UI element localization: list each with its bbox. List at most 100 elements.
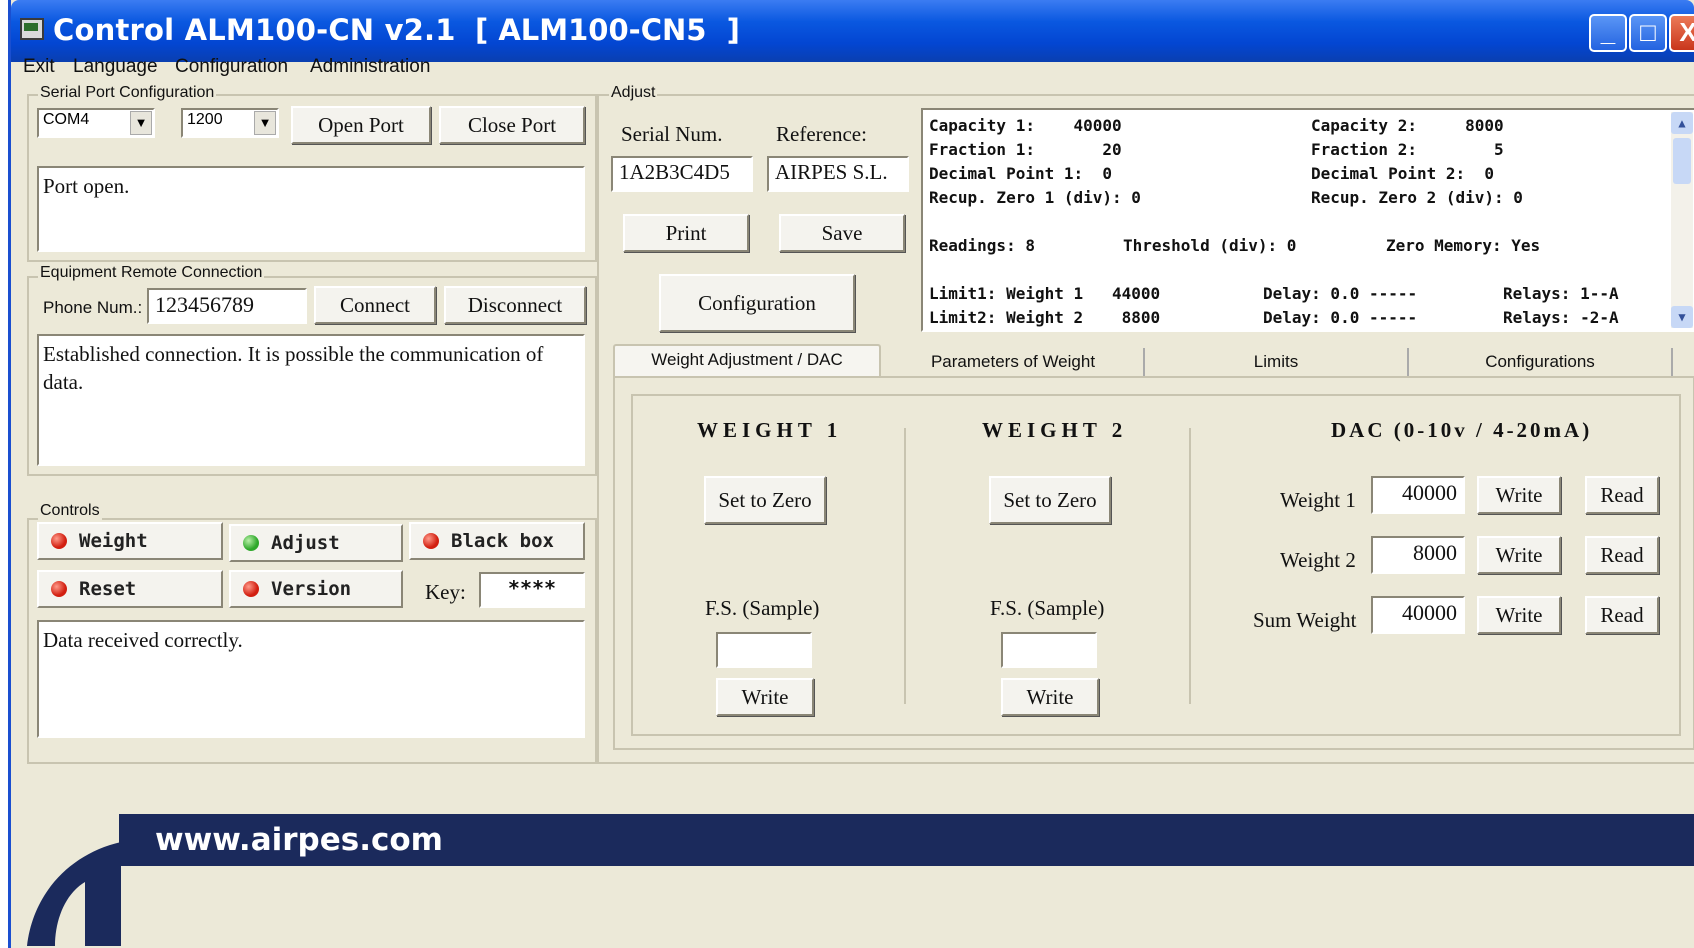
adjust-control-label: Adjust [271, 532, 340, 554]
scroll-up-icon[interactable]: ▲ [1671, 112, 1693, 134]
dac-weight-1-write-button[interactable]: Write [1477, 476, 1561, 514]
weight-1-set-zero-button[interactable]: Set to Zero [704, 476, 826, 524]
weight-control-label: Weight [79, 530, 148, 552]
decimal-point-2: Decimal Point 2: 0 [1311, 164, 1495, 183]
dac-weight-1-input[interactable]: 40000 [1371, 476, 1465, 514]
dac-weight-1-read-button[interactable]: Read [1585, 476, 1659, 514]
adjust-control-button[interactable]: Adjust [229, 524, 403, 562]
tab-weight-adjustment-dac[interactable]: Weight Adjustment / DAC [613, 344, 881, 378]
limit-1-relays: Relays: 1--A [1503, 284, 1619, 303]
reset-control-button[interactable]: Reset [37, 570, 223, 608]
menu-administration[interactable]: Administration [310, 56, 430, 78]
dac-header: DAC (0-10v / 4-20mA) [1331, 418, 1593, 442]
black-box-control-label: Black box [451, 530, 554, 552]
save-button[interactable]: Save [779, 214, 905, 252]
scroll-thumb[interactable] [1673, 138, 1691, 184]
com-port-value: COM4 [43, 111, 90, 128]
dac-weight-1-label: Weight 1 [1280, 488, 1356, 512]
menu-bar: Exit Language Configuration Administrati… [11, 54, 1694, 82]
info-scrollbar[interactable]: ▲ ▼ [1671, 112, 1693, 328]
version-control-label: Version [271, 578, 352, 600]
weight-2-fs-input[interactable] [1001, 632, 1097, 668]
tab-configurations[interactable]: Configurations [1409, 348, 1673, 378]
title-bar[interactable]: Control ALM100-CN v2.1 [ ALM100-CN5 ] _ … [11, 0, 1694, 62]
tab-parameters-of-weight[interactable]: Parameters of Weight [883, 348, 1145, 378]
dac-sum-weight-read-button[interactable]: Read [1585, 596, 1659, 634]
reference-label: Reference: [776, 122, 867, 146]
com-port-select[interactable]: COM4 ▼ [37, 108, 155, 138]
weight-2-write-button[interactable]: Write [1001, 678, 1099, 716]
dac-weight-2-label: Weight 2 [1280, 548, 1356, 572]
device-info-box: Capacity 1: 40000 Capacity 2: 8000 Fract… [921, 108, 1694, 332]
weight-1-fs-label: F.S. (Sample) [705, 596, 820, 620]
configuration-button[interactable]: Configuration [659, 274, 855, 332]
weight-2-set-zero-button[interactable]: Set to Zero [989, 476, 1111, 524]
key-label: Key: [425, 580, 466, 604]
key-input[interactable]: **** [479, 572, 585, 608]
menu-exit[interactable]: Exit [23, 56, 55, 78]
disconnect-button[interactable]: Disconnect [444, 286, 586, 324]
recup-zero-1: Recup. Zero 1 (div): 0 [929, 188, 1141, 207]
weight-1-fs-input[interactable] [716, 632, 812, 668]
weight-led-icon [51, 533, 67, 549]
readings: Readings: 8 [929, 236, 1035, 255]
black-box-control-button[interactable]: Black box [409, 522, 585, 560]
reset-control-label: Reset [79, 578, 137, 600]
dac-weight-2-write-button[interactable]: Write [1477, 536, 1561, 574]
decimal-point-1: Decimal Point 1: 0 [929, 164, 1113, 183]
baud-rate-select[interactable]: 1200 ▼ [181, 108, 279, 138]
version-led-icon [243, 581, 259, 597]
minimize-button[interactable]: _ [1589, 14, 1627, 52]
limit-2-relays: Relays: -2-A [1503, 308, 1619, 327]
separator [904, 428, 906, 704]
chevron-down-icon[interactable]: ▼ [130, 111, 152, 135]
phone-num-input[interactable]: 123456789 [147, 288, 307, 324]
website-url[interactable]: www.airpes.com [119, 814, 1694, 866]
reference-input[interactable]: AIRPES S.L. [767, 156, 909, 192]
serial-num-input[interactable]: 1A2B3C4D5 [611, 156, 753, 192]
recup-zero-2: Recup. Zero 2 (div): 0 [1311, 188, 1523, 207]
window-title: Control ALM100-CN v2.1 [53, 13, 456, 47]
capacity-2: Capacity 2: 8000 [1311, 116, 1504, 135]
connect-button[interactable]: Connect [314, 286, 436, 324]
open-port-button[interactable]: Open Port [291, 106, 431, 144]
app-icon[interactable] [20, 18, 44, 40]
reset-led-icon [51, 581, 67, 597]
limit-1-weight: Limit1: Weight 1 44000 [929, 284, 1161, 303]
maximize-button[interactable]: □ [1629, 14, 1667, 52]
port-status-text: Port open. [37, 166, 585, 252]
print-button[interactable]: Print [623, 214, 749, 252]
footer-banner: www.airpes.com [11, 780, 1694, 948]
limit-2-delay: Delay: 0.0 ----- [1263, 308, 1418, 327]
dac-sum-weight-write-button[interactable]: Write [1477, 596, 1561, 634]
zero-memory: Zero Memory: Yes [1386, 236, 1541, 255]
limit-1-delay: Delay: 0.0 ----- [1263, 284, 1418, 303]
scroll-down-icon[interactable]: ▼ [1671, 306, 1693, 328]
controls-legend: Controls [38, 502, 102, 520]
airpes-logo-icon [27, 842, 121, 946]
dac-sum-weight-input[interactable]: 40000 [1371, 596, 1465, 634]
app-window: Control ALM100-CN v2.1 [ ALM100-CN5 ] _ … [8, 0, 1694, 948]
controls-status-text: Data received correctly. [37, 620, 585, 738]
separator [1189, 428, 1191, 704]
weight-1-write-button[interactable]: Write [716, 678, 814, 716]
weight-control-button[interactable]: Weight [37, 522, 223, 560]
baud-rate-value: 1200 [187, 111, 223, 128]
serial-port-legend: Serial Port Configuration [38, 84, 217, 102]
close-port-button[interactable]: Close Port [439, 106, 585, 144]
tab-limits[interactable]: Limits [1145, 348, 1409, 378]
version-control-button[interactable]: Version [229, 570, 403, 608]
dac-weight-2-input[interactable]: 8000 [1371, 536, 1465, 574]
capacity-1: Capacity 1: 40000 [929, 116, 1122, 135]
menu-language[interactable]: Language [73, 56, 158, 78]
menu-configuration[interactable]: Configuration [175, 56, 288, 78]
threshold: Threshold (div): 0 [1123, 236, 1297, 255]
close-button[interactable]: X [1669, 14, 1694, 52]
dac-weight-2-read-button[interactable]: Read [1585, 536, 1659, 574]
chevron-down-icon[interactable]: ▼ [254, 111, 276, 135]
weight-2-fs-label: F.S. (Sample) [990, 596, 1105, 620]
remote-connection-legend: Equipment Remote Connection [38, 264, 265, 282]
adjust-led-icon [243, 535, 259, 551]
weight-1-header: WEIGHT 1 [697, 418, 843, 442]
adjust-legend: Adjust [609, 84, 658, 102]
